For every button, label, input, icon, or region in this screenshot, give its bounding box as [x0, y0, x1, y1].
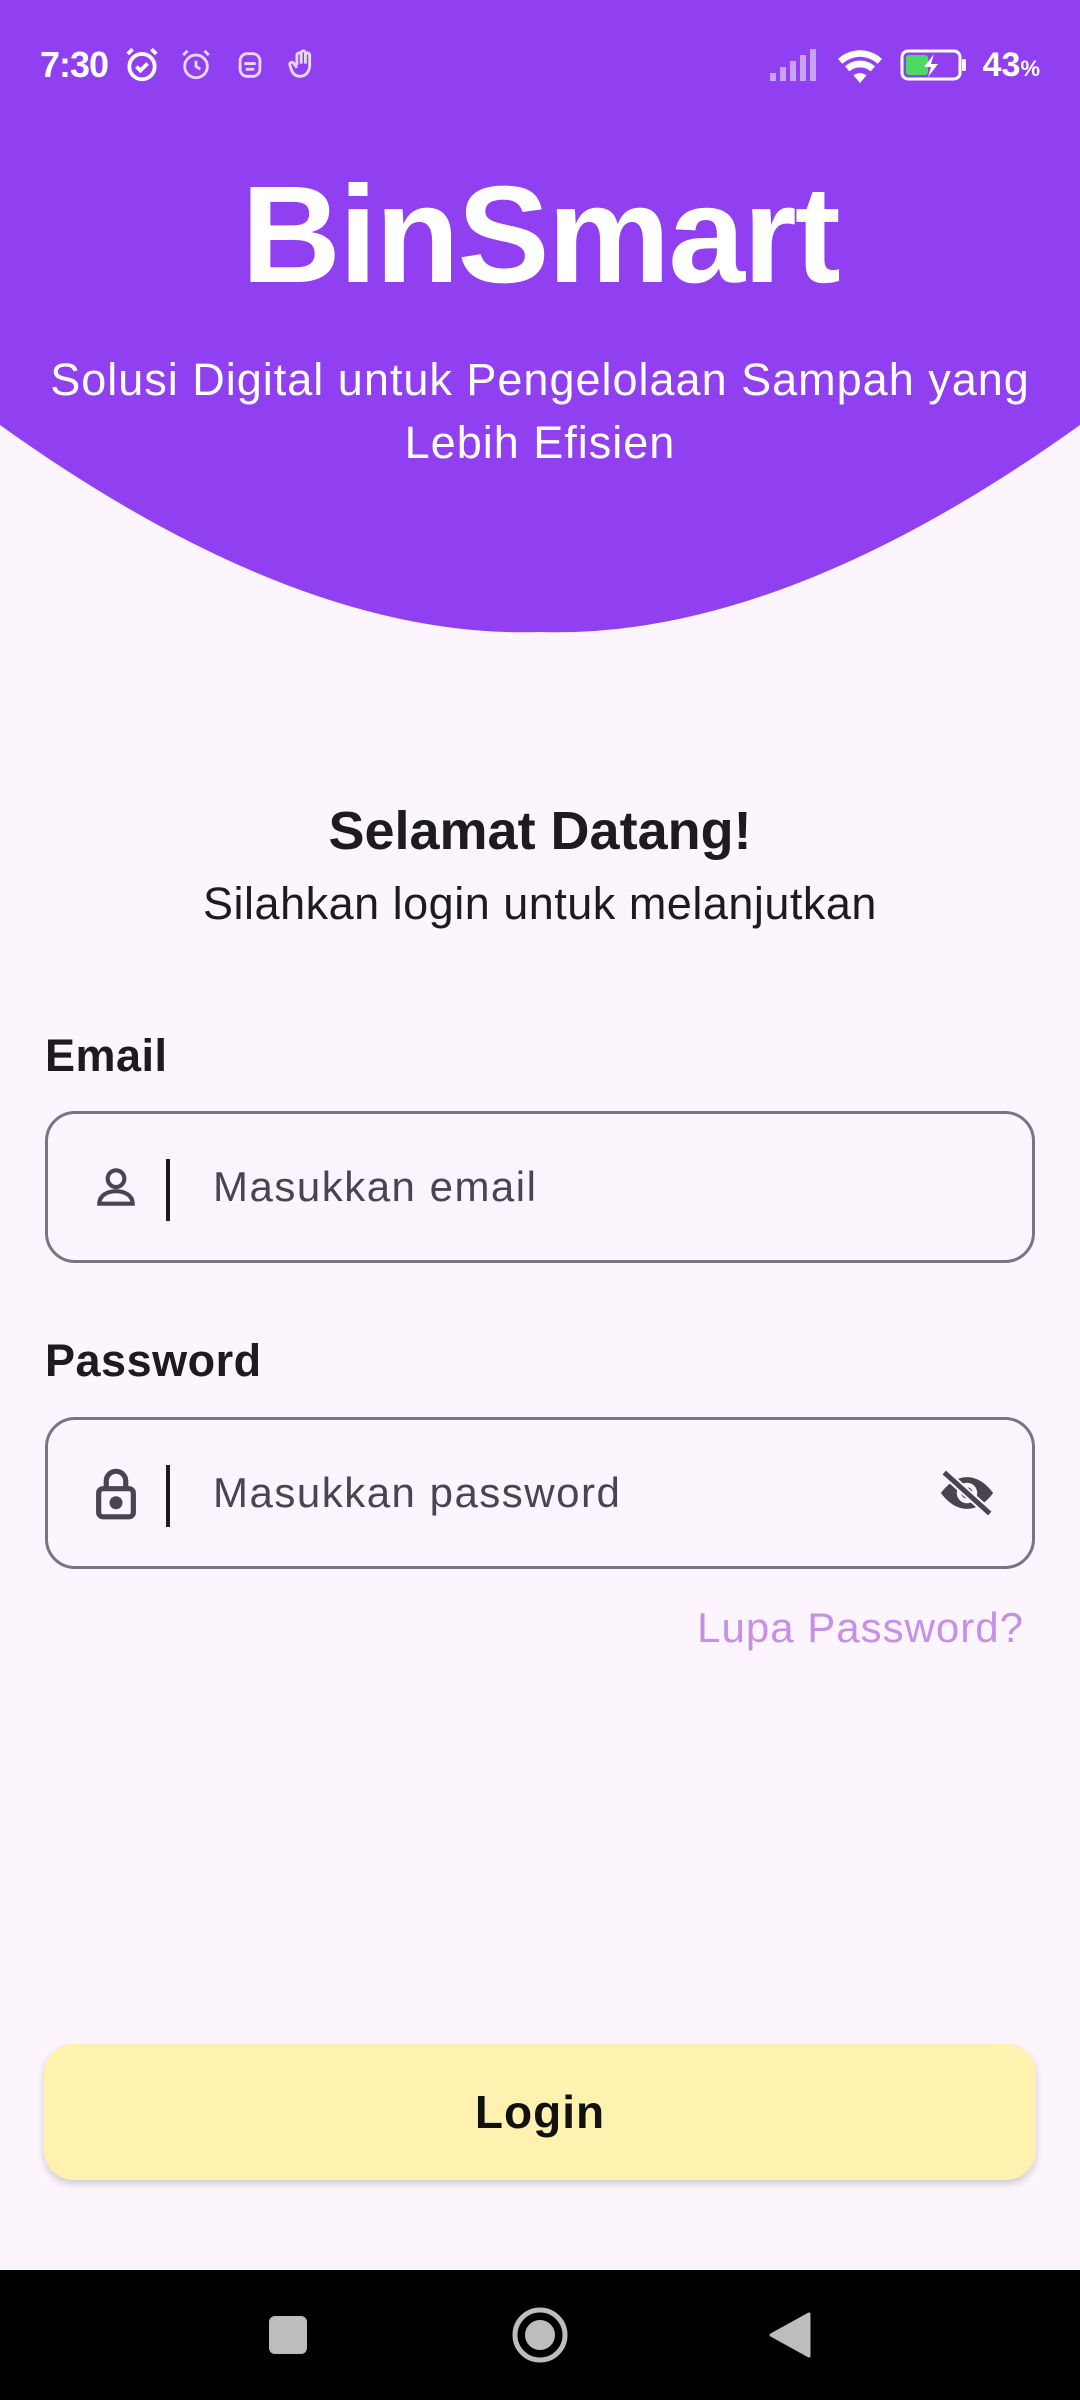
welcome-subtitle: Silahkan login untuk melanjutkan	[203, 878, 877, 929]
battery-percent: 43%	[982, 45, 1040, 84]
welcome-title: Selamat Datang!	[328, 801, 752, 861]
alarm-check-icon	[122, 45, 162, 85]
text-cursor	[166, 1465, 170, 1527]
alarm-icon	[176, 45, 216, 85]
battery-charging-icon	[899, 45, 969, 85]
status-time: 7:30	[40, 44, 109, 85]
password-field[interactable]	[45, 1417, 1035, 1569]
email-label: Email	[45, 1030, 168, 1081]
back-triangle-icon[interactable]	[740, 2270, 840, 2400]
forgot-password-link[interactable]: Lupa Password?	[697, 1604, 1024, 1652]
password-label: Password	[45, 1335, 262, 1386]
app-title: BinSmart	[241, 158, 840, 312]
password-input[interactable]	[213, 1420, 953, 1566]
app-subtitle: Solusi Digital untuk Pengelolaan Sampah …	[50, 354, 1030, 468]
signal-icon	[767, 45, 821, 85]
login-button[interactable]: Login	[44, 2044, 1036, 2180]
recents-square-icon[interactable]	[238, 2270, 338, 2400]
navigation-bar	[0, 2270, 1080, 2400]
text-cursor	[166, 1159, 170, 1221]
email-field[interactable]	[45, 1111, 1035, 1263]
lock-icon	[86, 1420, 146, 1566]
email-input[interactable]	[213, 1114, 953, 1260]
eye-off-icon[interactable]	[932, 1420, 1002, 1566]
hand-icon	[284, 45, 324, 85]
bot-icon	[230, 45, 270, 85]
status-bar: 7:30 43%	[0, 0, 1080, 130]
wifi-icon	[835, 45, 885, 85]
home-circle-icon[interactable]	[490, 2270, 590, 2400]
person-icon	[86, 1114, 146, 1260]
